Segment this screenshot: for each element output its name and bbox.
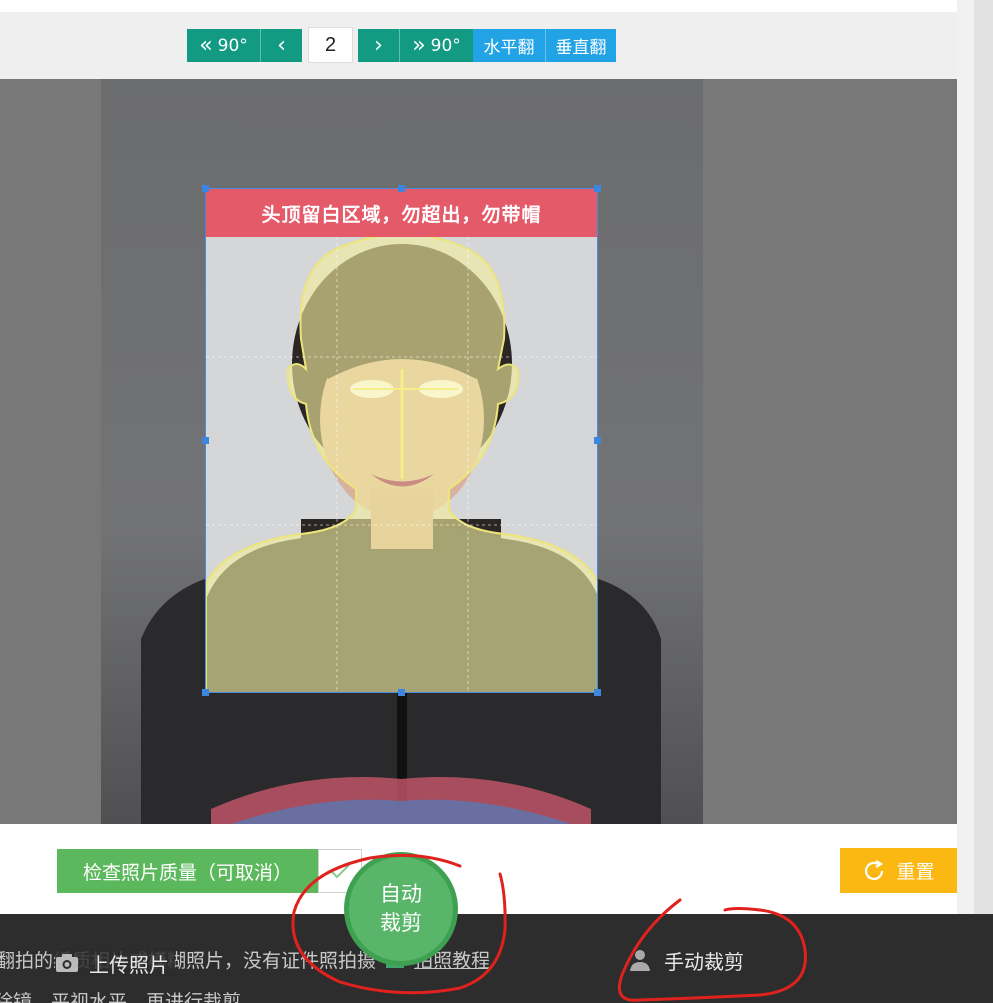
rotate-right-button[interactable]: » 90° <box>399 29 473 62</box>
rotate-right-label: 90° <box>430 35 461 56</box>
auto-crop-label-line1: 自动 <box>380 882 422 906</box>
previous-button[interactable]: ‹ <box>260 29 302 62</box>
crop-preview: 头顶留白区域，勿超出，勿带帽 <box>206 189 597 692</box>
auto-crop-button[interactable]: 自动 裁剪 <box>344 852 458 966</box>
upload-photo-button[interactable]: 上传照片 <box>55 948 175 978</box>
reset-label: 重置 <box>896 861 935 883</box>
page-number-input[interactable]: 2 <box>308 27 353 63</box>
rotate-left-label: 90° <box>217 35 248 56</box>
tip-text-line2: 除镜，平视水平，再进行裁剪。 <box>0 991 261 1003</box>
chevron-right-icon: › <box>374 33 383 58</box>
user-icon <box>630 950 650 971</box>
rotate-left-button[interactable]: « 90° <box>187 29 260 62</box>
crop-handle-top-right[interactable] <box>594 185 601 192</box>
double-chevron-left-icon: « <box>199 33 213 58</box>
next-button[interactable]: › <box>358 29 399 62</box>
double-chevron-right-icon: » <box>412 33 426 58</box>
crop-handle-right[interactable] <box>594 437 601 444</box>
checkmark-icon <box>330 864 350 879</box>
crop-handle-bottom-left[interactable] <box>202 689 209 696</box>
crop-handle-left[interactable] <box>202 437 209 444</box>
face-guide-overlay <box>206 189 597 692</box>
manual-crop-button[interactable]: 手动裁剪 <box>628 944 752 976</box>
manual-crop-label: 手动裁剪 <box>664 949 744 974</box>
crop-handle-bottom[interactable] <box>398 689 405 696</box>
flip-vertical-label: 垂直翻 <box>555 38 607 58</box>
bottom-action-bar: 翻拍的纸质相片或模糊照片，没有证件照拍摄 拍照教程 除镜，平视水平，再进行裁剪。… <box>0 914 993 1003</box>
chevron-left-icon: ‹ <box>277 33 286 58</box>
crop-handle-top-left[interactable] <box>202 185 209 192</box>
quality-check-control[interactable]: 检查照片质量（可取消） <box>57 849 362 893</box>
quality-check-label: 检查照片质量（可取消） <box>57 849 318 893</box>
crop-frame[interactable]: 头顶留白区域，勿超出，勿带帽 <box>202 185 601 696</box>
upload-photo-label: 上传照片 <box>89 952 169 977</box>
refresh-icon <box>865 859 884 880</box>
page-scrollbar-thumb[interactable] <box>974 0 993 1003</box>
flip-vertical-button[interactable]: 垂直翻 <box>545 29 616 62</box>
auto-crop-label-line2: 裁剪 <box>380 911 422 935</box>
flip-horizontal-button[interactable]: 水平翻 <box>473 29 545 62</box>
flip-horizontal-label: 水平翻 <box>483 38 535 58</box>
top-margin-warning-banner: 头顶留白区域，勿超出，勿带帽 <box>206 189 597 237</box>
crop-handle-top[interactable] <box>398 185 405 192</box>
camera-icon <box>56 954 78 972</box>
reset-button[interactable]: 重置 <box>840 848 957 893</box>
crop-handle-bottom-right[interactable] <box>594 689 601 696</box>
